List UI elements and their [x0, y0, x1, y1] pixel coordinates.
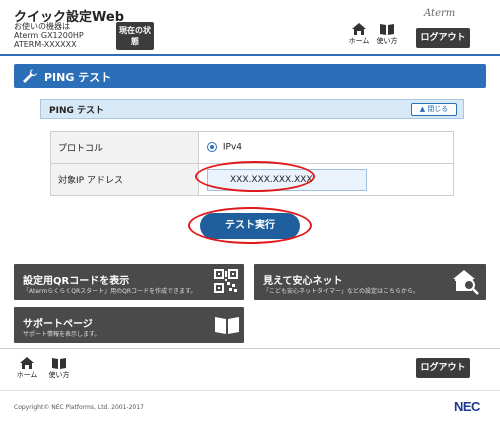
ipv4-radio[interactable]	[207, 142, 217, 153]
safety-net-tile[interactable]: 見えて安心ネット 「こども安心ネットタイマー」などの設定はこちらから。	[254, 264, 486, 300]
footer-divider	[0, 390, 500, 391]
target-ip-input[interactable]	[207, 168, 367, 191]
safety-tile-title: 見えて安心ネット	[263, 276, 343, 287]
qr-code-icon	[214, 269, 238, 293]
logout-button[interactable]: ログアウト	[416, 28, 470, 48]
home-icon	[352, 23, 366, 35]
protocol-label: プロトコル	[50, 131, 199, 164]
home-label: ホーム	[348, 37, 370, 45]
target-ip-row: 対象IP アドレス	[50, 163, 454, 196]
section-title: PING テスト	[44, 71, 112, 84]
footer-divider	[0, 348, 500, 349]
section-bar: PING テスト	[14, 64, 486, 88]
footer-logout-button[interactable]: ログアウト	[416, 358, 470, 378]
house-search-icon	[453, 270, 479, 295]
device-model: Aterm GX1200HP	[14, 31, 84, 40]
help-nav[interactable]: 使い方	[374, 22, 400, 52]
panel-header: PING テスト ▲ 閉じる	[40, 99, 464, 119]
ipv4-label: IPv4	[222, 142, 243, 153]
footer-help-nav[interactable]: 使い方	[46, 356, 72, 386]
book-icon	[380, 24, 394, 35]
support-page-tile[interactable]: サポートページ サポート情報を表示します。	[14, 307, 244, 343]
footer-home-nav[interactable]: ホーム	[14, 356, 40, 386]
close-label: 閉じる	[427, 105, 449, 113]
support-tile-subtitle: サポート情報を表示します。	[23, 331, 101, 338]
support-tile-title: サポートページ	[23, 319, 93, 330]
target-ip-label: 対象IP アドレス	[50, 163, 199, 196]
help-label: 使い方	[376, 37, 398, 45]
safety-tile-subtitle: 「こども安心ネットタイマー」などの設定はこちらから。	[263, 288, 420, 295]
footer-home-label: ホーム	[16, 371, 38, 379]
chevron-up-icon: ▲	[419, 105, 426, 113]
nec-logo: NEC	[454, 399, 480, 414]
qr-tile-subtitle: 「AtermらくらくQRスタート」用のQRコードを作成できます。	[23, 288, 197, 295]
status-button[interactable]: 現在の状態	[116, 22, 154, 50]
protocol-value-cell: IPv4	[198, 131, 454, 164]
protocol-row: プロトコル IPv4	[50, 131, 454, 164]
book-icon	[52, 358, 66, 369]
qr-tile-title: 設定用QRコードを表示	[23, 276, 130, 287]
copyright-text: Copyright© NEC Platforms, Ltd. 2001-2017	[14, 404, 144, 411]
target-ip-cell	[198, 163, 454, 196]
header: クイック設定Web お使いの機器は Aterm GX1200HP ATERM-X…	[0, 0, 500, 56]
ping-form: プロトコル IPv4 対象IP アドレス	[50, 131, 454, 196]
home-icon	[20, 357, 34, 369]
wrench-icon	[23, 69, 37, 83]
device-name: ATERM-XXXXXX	[14, 40, 77, 49]
close-button[interactable]: ▲ 閉じる	[411, 103, 457, 116]
test-run-button[interactable]: テスト実行	[200, 213, 300, 239]
panel-title: PING テスト	[49, 106, 104, 116]
footer-help-label: 使い方	[48, 371, 70, 379]
device-caption: お使いの機器は	[14, 22, 70, 31]
book-icon	[215, 317, 239, 334]
qr-code-tile[interactable]: 設定用QRコードを表示 「AtermらくらくQRスタート」用のQRコードを作成で…	[14, 264, 244, 300]
home-nav[interactable]: ホーム	[346, 22, 372, 52]
brand-logo: Aterm	[424, 8, 456, 19]
